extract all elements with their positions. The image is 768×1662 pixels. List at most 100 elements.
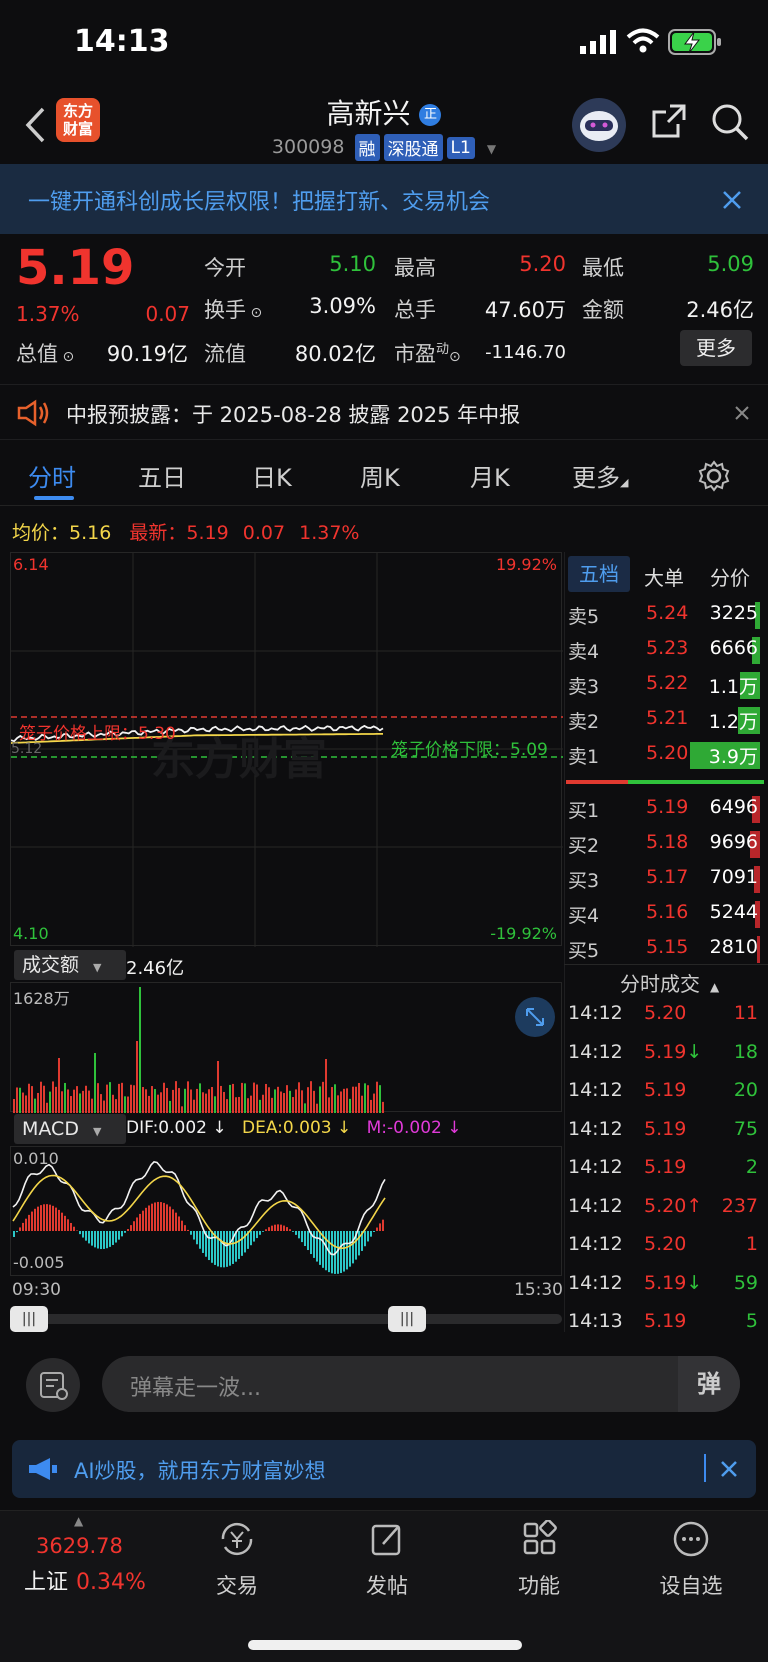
info-icon[interactable]: ⊙ [58,349,74,365]
macd-bar [313,1231,315,1258]
buy-level-row[interactable]: 买5 5.15 2810 [566,932,764,967]
volume-bar [253,1082,255,1113]
price-chart[interactable]: 东方财富 6.14 19.92% 4.10 -19.92% 笼子价格上限：5.3… [10,552,563,947]
close-icon[interactable] [722,190,742,210]
sell-level-row[interactable]: 卖1 5.20 3.9万 [566,738,764,773]
macd-bar [229,1231,231,1266]
macd-bar [43,1204,45,1231]
index-line[interactable]: 上证 0.34% [24,1564,146,1596]
ai-robot-avatar[interactable] [572,98,626,152]
buy-level-label: 买2 [568,835,600,857]
volume-selector[interactable]: 成交额 ▼ [14,950,126,980]
macd-bar [265,1229,267,1231]
promo-banner[interactable]: 一键开通科创成长层权限！把握打新、交易机会 [0,164,768,234]
sell-level-row[interactable]: 卖4 5.23 6666 [566,633,764,668]
buy-level-price: 5.15 [646,936,689,958]
macd-bar [79,1231,81,1235]
tick-price: 5.20 [644,1002,686,1024]
index-value[interactable]: 3629.78 [36,1534,123,1558]
danmaku-input[interactable]: 弹幕走一波... 弹 [102,1356,740,1412]
pe-value: -1146.70 [485,342,566,363]
macd-dea: DEA:0.003 ↓ [242,1118,352,1138]
macd-values: DIF:0.002 ↓ DEA:0.003 ↓ M:-0.002 ↓ [126,1118,462,1138]
macd-bar [340,1231,342,1274]
buy-level-row[interactable]: 买2 5.18 9696 [566,827,764,862]
nav-trade[interactable]: 交易 [182,1520,292,1600]
dropdown-caret-icon[interactable]: ▼ [487,142,496,156]
nav-trade-label: 交易 [216,1574,258,1598]
volume-bar [229,1084,231,1113]
volume-bar [247,1098,249,1113]
tick-direction-icon: ↑ [686,1194,703,1217]
tab-monthly-k[interactable]: 月K [470,458,510,493]
volume-bar [355,1086,357,1113]
yen-cycle-icon [221,1522,253,1556]
tab-five-levels[interactable]: 五档 [568,556,630,592]
amount-label: 金额 [582,298,624,322]
tick-row: 14:12 5.19↓ 59 [566,1266,764,1304]
buy-level-row[interactable]: 买1 5.19 6496 [566,792,764,827]
macd-bar [235,1231,237,1262]
macd-bar [199,1231,201,1249]
danmaku-send-button[interactable]: 弹 [678,1356,740,1412]
macd-bar [190,1231,192,1235]
tab-daily-k[interactable]: 日K [252,458,292,493]
search-icon[interactable] [710,102,750,142]
ai-banner[interactable]: AI炒股，就用东方财富妙想 [12,1440,756,1498]
volume-bar [325,1059,327,1113]
buy-level-row[interactable]: 买3 5.17 7091 [566,862,764,897]
info-icon[interactable]: ⊙ [449,349,461,365]
home-indicator[interactable] [248,1640,522,1650]
tab-intraday[interactable]: 分时 [28,458,76,493]
close-icon[interactable] [720,1460,738,1478]
nav-functions[interactable]: 功能 [484,1519,594,1600]
more-button[interactable]: 更多 [680,330,752,366]
divider [704,1454,706,1482]
nav-post[interactable]: 发帖 [332,1520,442,1600]
sell-level-row[interactable]: 卖3 5.22 1.1万 [566,668,764,703]
tick-price: 5.19 [644,1156,686,1178]
macd-bar [211,1231,213,1263]
share-icon[interactable] [650,102,688,140]
danmaku-toggle[interactable] [26,1358,80,1412]
macd-bar [376,1227,378,1231]
tab-more[interactable]: 更多◢ [572,458,628,493]
macd-bar [151,1203,153,1231]
macd-bar [82,1231,84,1238]
tab-weekly-k[interactable]: 周K [360,458,400,493]
macd-bar [181,1220,183,1231]
amount-value: 2.46亿 [686,298,754,322]
ticks-title[interactable]: 分时成交 ▲ [620,968,719,997]
close-icon[interactable] [734,405,750,421]
macd-bar [121,1231,123,1237]
indicator-selector[interactable]: MACD ▼ [14,1114,126,1144]
expand-button[interactable] [515,997,555,1037]
tick-row: 14:12 5.19 2 [566,1150,764,1188]
volume-bar [283,1093,285,1113]
tick-time: 14:12 [568,1040,623,1063]
tag-connect: 深股通 [383,134,443,161]
macd-bar [298,1231,300,1239]
tick-price: 5.19 [644,1079,686,1101]
nav-add-watchlist[interactable]: 设自选 [636,1520,746,1600]
macd-bar [196,1231,198,1245]
tab-price-dist[interactable]: 分价 [710,562,750,591]
tick-row: 14:12 5.19 20 [566,1073,764,1111]
tab-five-day[interactable]: 五日 [138,458,186,493]
volume-bar [142,1087,144,1113]
min-price-label: 4.10 [13,924,49,943]
range-handle-left[interactable]: ||| [10,1306,48,1332]
sell-level-row[interactable]: 卖2 5.21 1.2万 [566,703,764,738]
watermark: 东方财富 [151,734,327,785]
notice-bar[interactable]: 中报预披露：于 2025-08-28 披露 2025 年中报 [0,384,768,440]
stock-header: 东方 财富 高新兴 正 300098 融深股通 L1 ▼ [0,90,768,164]
macd-bar [370,1231,372,1237]
range-handle-right[interactable]: ||| [388,1306,426,1332]
macd-bar [85,1231,87,1241]
tab-big-orders[interactable]: 大单 [644,562,684,591]
sell-level-row[interactable]: 卖5 5.24 3225 [566,598,764,633]
buy-level-row[interactable]: 买4 5.16 5244 [566,897,764,932]
range-scroller-track[interactable] [10,1314,562,1324]
info-icon[interactable]: ⊙ [246,305,262,321]
settings-gear-icon[interactable] [698,460,730,492]
